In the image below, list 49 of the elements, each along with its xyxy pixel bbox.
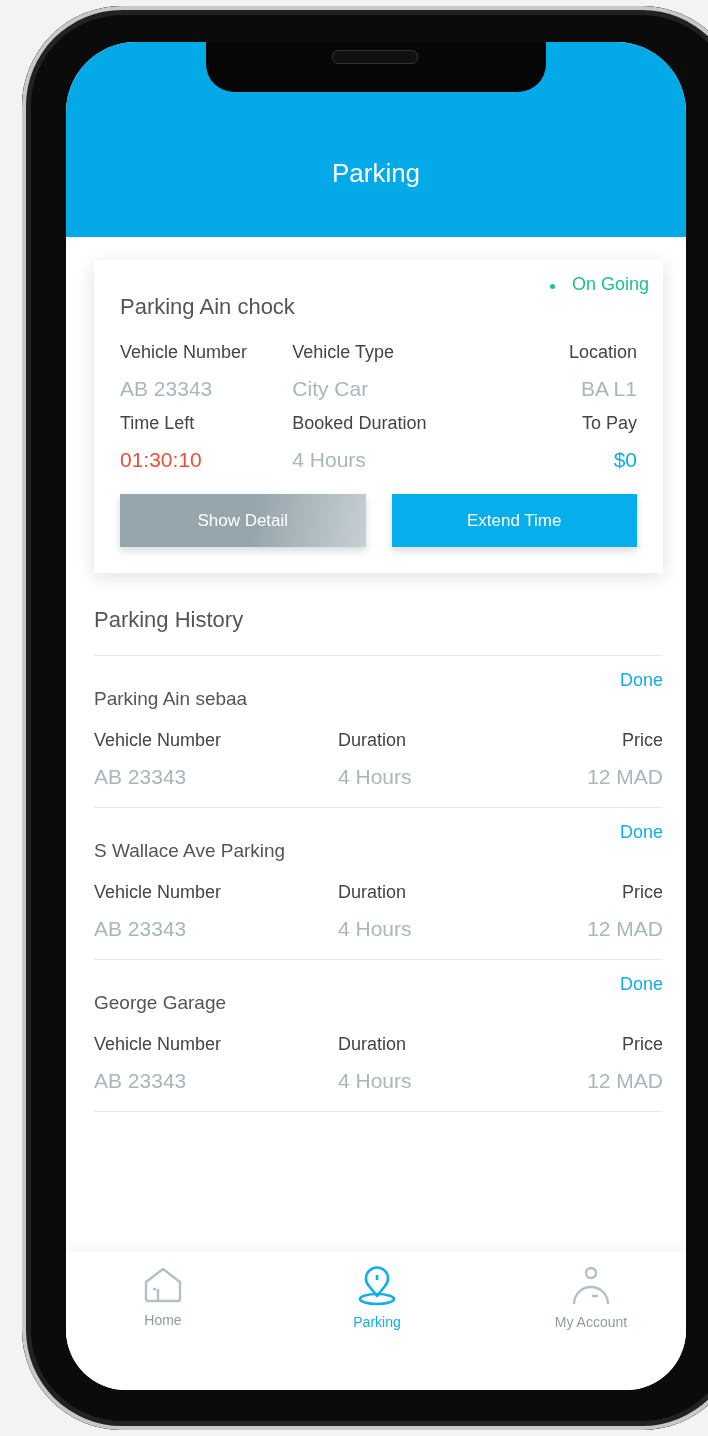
show-detail-button[interactable]: Show Detail <box>120 494 366 547</box>
parking-name: Parking Ain chock <box>120 294 296 320</box>
field-value: 4 Hours <box>338 1069 413 1093</box>
person-icon <box>571 1266 611 1306</box>
field-label: Duration <box>338 882 408 903</box>
screen-title: Parking <box>331 158 421 189</box>
field-value: 4 Hours <box>338 917 413 941</box>
field-value: 12 MAD <box>587 765 663 789</box>
field-value: 12 MAD <box>587 1069 663 1093</box>
status-label: Done <box>619 974 663 995</box>
field-label: Vehicle Number <box>94 730 223 751</box>
tab[interactable]: Home <box>108 1266 218 1336</box>
field-label: Vehicle Number <box>120 342 249 363</box>
parking-name: Parking Ain sebaa <box>94 688 249 710</box>
field-label: Vehicle Type <box>292 342 396 363</box>
field-value: AB 23343 <box>120 377 214 401</box>
extend-time-button[interactable]: Extend Time <box>391 494 637 547</box>
field-value: 01:30:10 <box>120 448 203 472</box>
location-pin-icon <box>357 1266 397 1306</box>
parking-name: George Garage <box>94 992 228 1014</box>
status-label: On Going <box>571 274 649 295</box>
section-title: Parking History <box>94 607 245 633</box>
field-label: Time Left <box>120 413 196 434</box>
field-value: 4 Hours <box>292 448 367 472</box>
field-value: BA L1 <box>580 377 637 401</box>
field-value: AB 23343 <box>94 765 188 789</box>
field-label: Price <box>621 882 663 903</box>
tab[interactable]: My Account <box>536 1266 646 1336</box>
field-label: Vehicle Number <box>94 882 223 903</box>
status-label: Done <box>619 822 663 843</box>
field-value: 4 Hours <box>338 765 413 789</box>
field-value: AB 23343 <box>94 917 188 941</box>
field-label: Location <box>568 342 637 363</box>
field-label: To Pay <box>581 413 637 434</box>
field-value: City Car <box>292 377 370 401</box>
field-label: Duration <box>338 1034 408 1055</box>
field-label: Duration <box>338 730 408 751</box>
tab[interactable]: Parking <box>322 1266 432 1336</box>
status-dot-icon <box>550 284 555 289</box>
field-label: Price <box>621 730 663 751</box>
field-label: Vehicle Number <box>94 1034 223 1055</box>
field-value: $0 <box>613 448 637 472</box>
parking-name: S Wallace Ave Parking <box>94 840 287 862</box>
field-label: Booked Duration <box>292 413 428 434</box>
field-value: AB 23343 <box>94 1069 188 1093</box>
home-icon <box>143 1266 183 1304</box>
field-value: 12 MAD <box>587 917 663 941</box>
status-label: Done <box>619 670 663 691</box>
field-label: Price <box>621 1034 663 1055</box>
